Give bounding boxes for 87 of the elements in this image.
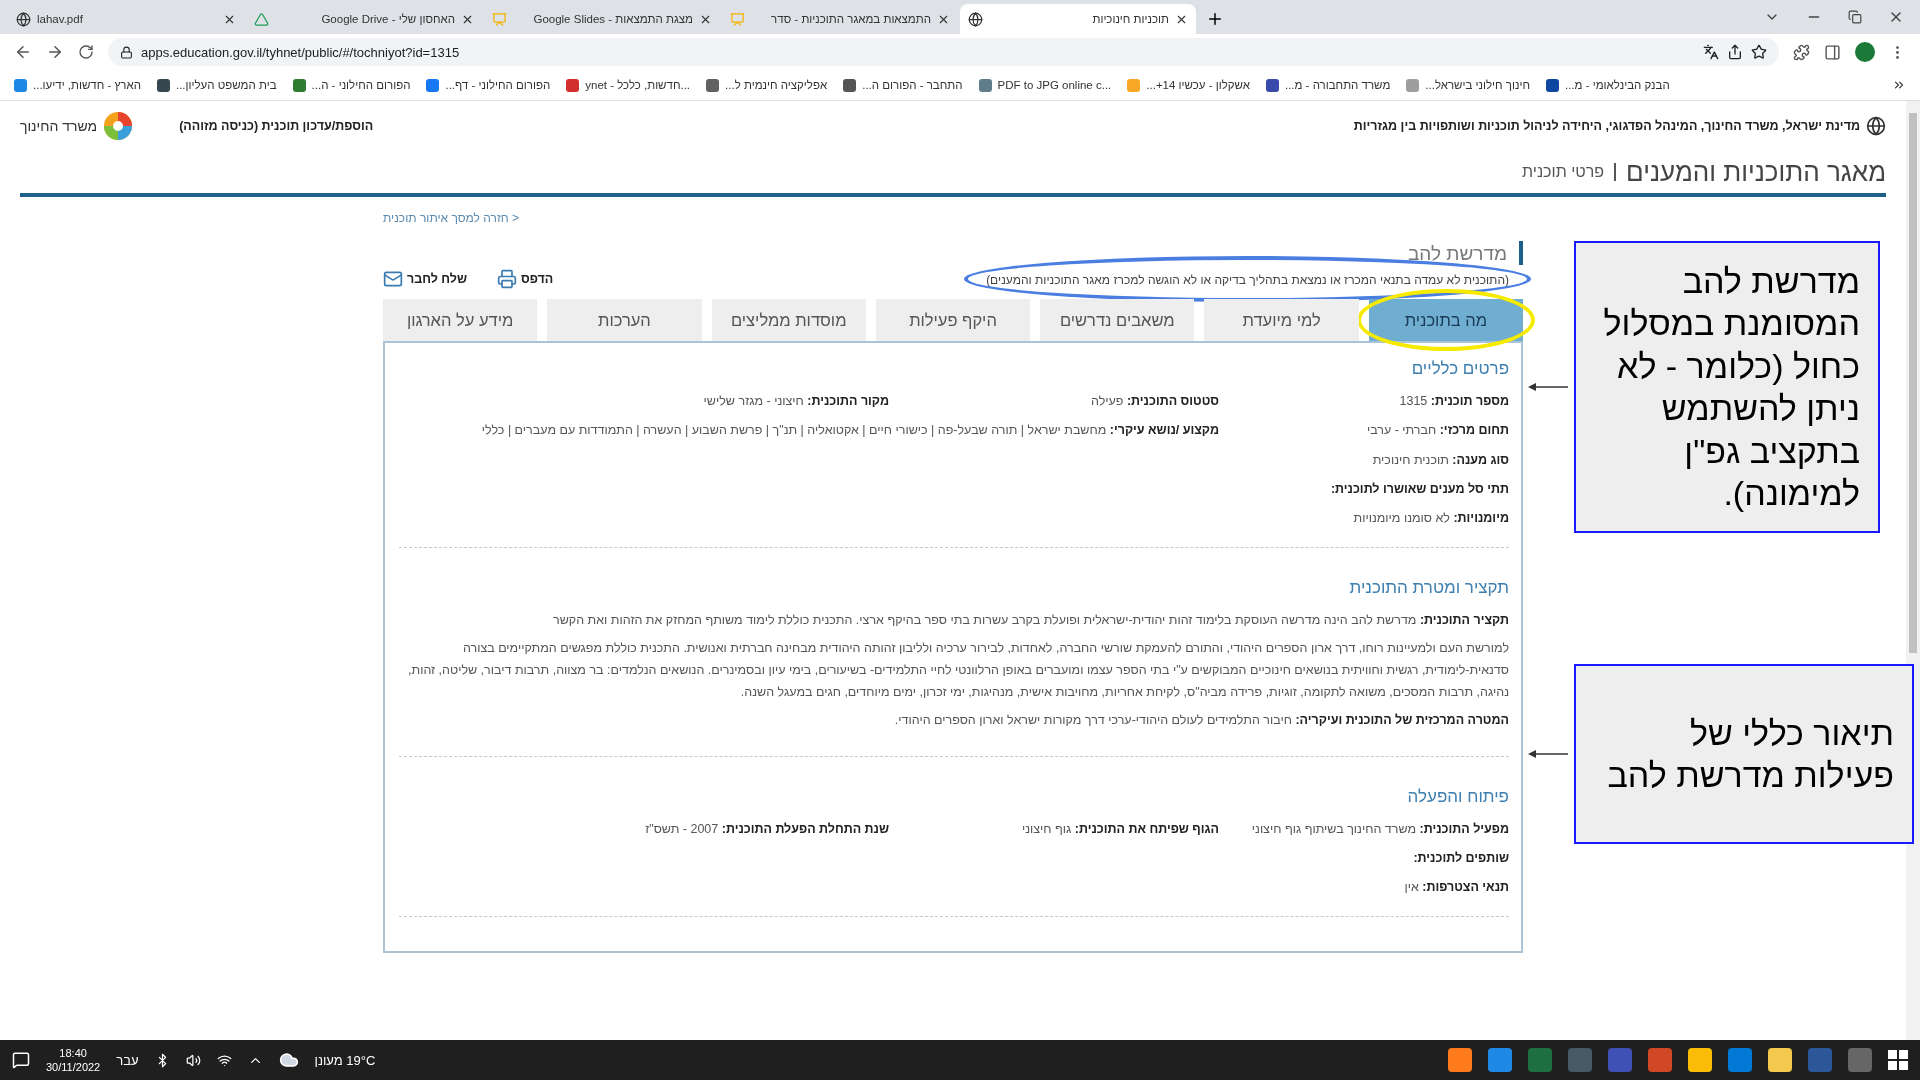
program-title: מדרשת להב — [1407, 241, 1523, 265]
volume-icon[interactable] — [185, 1052, 201, 1068]
program-tab[interactable]: הערכות — [547, 299, 702, 341]
field-text: שנת התחלת הפעלת התוכנית: 2007 - תשס"ז — [644, 820, 889, 838]
browser-tab[interactable]: lahav.pdf — [8, 4, 244, 34]
program-tab[interactable]: מידע על הארגון — [383, 299, 538, 341]
profile-avatar[interactable] — [1855, 42, 1875, 62]
bookmark-star-icon[interactable] — [1751, 44, 1767, 60]
field-text: מקצוע /נושא עיקרי: מחשבת ישראל | תורה שבעל-פה | כישורי חיים | אקטואליה | תנ"ך | פרשת השבוע | העשרה | התמודדות עם מעברים | כללי — [480, 422, 1219, 440]
url-text: apps.education.gov.il/tyhnet/public/#/tochniyot?id=1315 — [141, 44, 460, 60]
browser-tab[interactable]: התמצאות במאגר התוכניות - סדר — [722, 4, 958, 34]
status-note: (התוכנית לא עמדה בתנאי המכרז או נמצאת בתהליך בדיקה או לא הוגשה למכרז מאגר התוכניות והמענים) — [986, 273, 1509, 287]
printer-icon — [497, 269, 518, 289]
field-text: מפעיל התוכנית: משרד החינוך בשיתוף גוף חיצוני — [1250, 820, 1509, 838]
reload-icon[interactable] — [78, 44, 94, 60]
globe-icon — [968, 11, 983, 27]
address-bar[interactable]: apps.education.gov.il/tyhnet/public/#/tochniyot?id=1315 — [108, 38, 1779, 66]
bookmark-item[interactable]: ynet - חדשות, כלכל... — [566, 78, 691, 92]
wifi-icon[interactable] — [216, 1052, 232, 1068]
section-heading: פיתוח והפעלה — [1406, 786, 1509, 807]
bookmark-item[interactable]: PDF to JPG online c... — [978, 78, 1112, 92]
windows-start-icon[interactable] — [1888, 1050, 1908, 1070]
section-heading: פרטים כלליים — [1410, 359, 1509, 379]
section-heading: תקציר ומטרת התוכנית — [1348, 578, 1509, 599]
clock[interactable]: 18:40 30/11/2022 — [46, 1045, 101, 1075]
restore-icon[interactable] — [1848, 10, 1862, 24]
language-indicator[interactable]: עבר — [116, 1052, 139, 1068]
slides-icon — [730, 11, 745, 27]
translate-icon[interactable] — [1703, 44, 1719, 60]
field-text: מיומנויות: לא סומנו מיומנויות — [1352, 510, 1509, 527]
bookmark-item[interactable]: חינוך חילוני בישראל... — [1406, 78, 1531, 92]
field-text: תחום מרכזי: חברתי - ערבי — [1365, 422, 1509, 440]
bookmark-item[interactable]: בית המשפט העליון... — [156, 78, 277, 92]
slides-icon — [492, 11, 507, 27]
globe-icon — [16, 11, 31, 27]
bookmark-item[interactable]: הפורום החילוני - ה... — [292, 78, 411, 92]
field-text: תתי סל מענים שאושרו לתוכנית: — [1329, 480, 1509, 498]
bookmark-item[interactable]: הארץ - חדשות, ידיעו... — [14, 78, 141, 92]
program-tab[interactable]: למי מיועדת — [1204, 299, 1359, 341]
program-tab[interactable]: משאבים נדרשים — [1040, 299, 1195, 341]
program-tab[interactable]: היקף פעילות — [875, 299, 1031, 341]
paragraph-text: תקציר התוכנית: מדרשת להב הינה מדרשה העוסקת בלימוד זהות יהודית-ישראלית ופועלת בקרב עשרות בתי ספר בהיקף ארצי. התכנית כוללת לימוד משותף המחזק את הזהות ואת הקשר — [552, 612, 1509, 630]
cloud-icon — [278, 1050, 299, 1070]
drive-icon — [254, 11, 269, 27]
extensions-icon[interactable] — [1793, 43, 1810, 61]
ministry-name: משרד החינוך — [20, 118, 98, 134]
callout-box: מדרשת להב המסומנת במסלול כחול (כלומר - לא ניתן להשתמש בתקציב גפ"ן למימונה). — [1574, 241, 1880, 533]
login-link[interactable]: הוספת/עדכון תוכנית (כניסה מזוהה) — [179, 119, 374, 133]
back-link[interactable]: < חזרה למסך איתור תוכנית — [383, 211, 520, 225]
paragraph-text: למורשת העם ולמעיינות רוחו, דרך ארון הספרים היהודי, והתורם להעמקת שורשי החברה, לאחדות, לבירור ערכיה ולליבון זהותה היהודית מבחינה חברתית ואנושית. התכנית כוללת מפגשים המתקיימים בצורה סדנאית-לימודית, רגשית וחוויתית בנושאים חינוכיים המבוקשים ע"י בתי הספר עצמו ומועברים באופן הרלוונטי לחיי התלמידים- בשיעורים, בימי עיון ובסמינרים. הנושאים הנלמדים: בר מצווה, תרבות דיבור, שליטה, זהות, נהיגה, תרבות המסכים, משואה לתקומה, זוגיות, פרידה מביה"ס, לקיחת אחריות, מחויבות אישית, מנהיגות, ימי זכרון, ימים מיוחדים, חגים במעגל השנה. — [407, 640, 1509, 701]
forward-icon[interactable] — [46, 43, 64, 61]
notifications-icon[interactable] — [12, 1051, 30, 1069]
browser-tab[interactable]: תוכניות חינוכיות — [960, 4, 1196, 34]
bookmark-item[interactable]: הבנק הבינלאומי - מ... — [1546, 78, 1670, 92]
print-link[interactable]: הדפס — [497, 269, 554, 289]
field-text: שותפים לתוכנית: — [1412, 849, 1509, 867]
scrollbar-thumb[interactable] — [1909, 113, 1917, 653]
bookmark-item[interactable]: אשקלון - עכשיו 14+... — [1127, 78, 1250, 92]
share-icon[interactable] — [1727, 44, 1743, 60]
browser-tab[interactable]: Google Slides - מצגת התמצאות — [484, 4, 720, 34]
bookmark-item[interactable]: הפורום החילוני - דף... — [426, 78, 551, 92]
ministry-logo-icon — [103, 111, 134, 141]
agency-text: מדינת ישראל, משרד החינוך, המינהל הפדגוגי, היחידה לניהול תוכניות ושותפויות בין מגזריות — [1353, 119, 1860, 133]
envelope-icon — [383, 269, 403, 289]
bookmark-item[interactable]: אפליקציה חינמית ל... — [706, 78, 828, 92]
field-text: סוג מענה: תוכנית חינוכית — [1371, 451, 1509, 469]
bookmark-item[interactable]: התחבר - הפורום ה... — [843, 78, 963, 92]
more-bookmarks-icon[interactable] — [1892, 78, 1906, 92]
arrow-icon — [1528, 382, 1568, 392]
field-text: תנאי הצטרפות: אין — [1403, 879, 1509, 897]
page-subtitle: פרטי תוכנית — [1522, 163, 1617, 181]
back-icon[interactable] — [14, 43, 32, 61]
program-tab[interactable]: מה בתוכנית — [1368, 299, 1523, 341]
bookmark-item[interactable]: משרד התחבורה - מ... — [1265, 78, 1391, 92]
share-link[interactable]: שלח לחבר — [383, 269, 468, 289]
browser-tab[interactable]: Google Drive - האחסון שלי — [246, 4, 482, 34]
field-text: מקור התוכנית: חיצוני - מגזר שלישי — [702, 393, 889, 410]
program-tab[interactable]: מוסדות ממליצים — [711, 299, 866, 341]
callout-box: תיאור כללי של פעילות מדרשת להב — [1574, 664, 1914, 844]
side-panel-icon[interactable] — [1824, 43, 1841, 61]
arrow-icon — [1528, 749, 1568, 759]
lock-icon — [120, 45, 133, 59]
paragraph-text: המטרה המרכזית של התוכנית ועיקריה: חיבור התלמידים לעולם היהודי-ערכי דרך מקורות ישראל וארון הספרים היהודי. — [893, 711, 1509, 729]
field-text: הגוף שפיתח את התוכנית: גוף חיצוני — [1020, 820, 1219, 838]
field-text: סטטוס התוכנית: פעילה — [1090, 393, 1219, 410]
new-tab-icon[interactable] — [1206, 10, 1224, 28]
page-title: מאגר התוכניות והמענים — [1626, 156, 1886, 188]
